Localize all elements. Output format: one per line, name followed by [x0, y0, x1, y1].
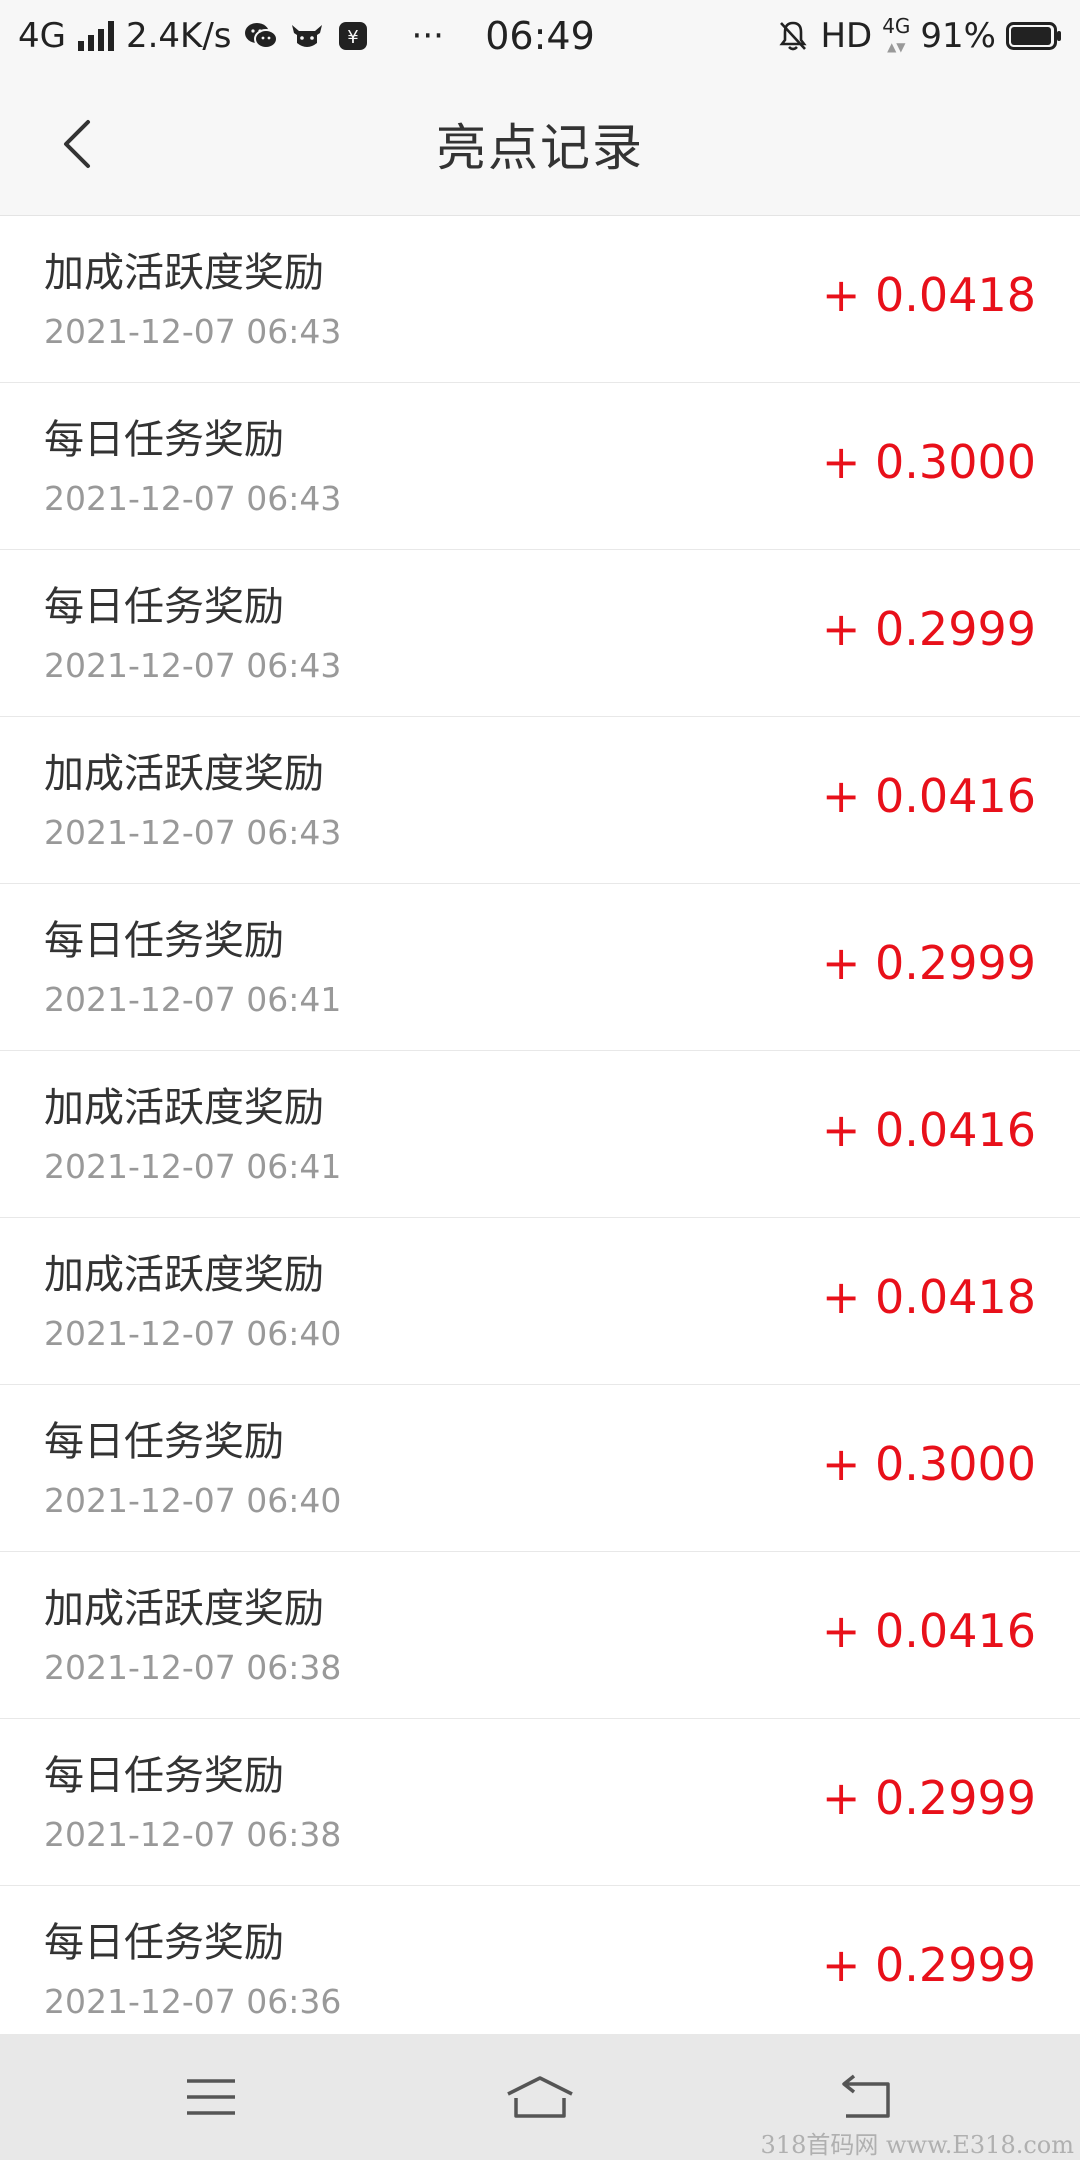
menu-button[interactable] [173, 2059, 249, 2135]
record-amount: + 0.2999 [821, 602, 1036, 656]
record-item: 每日任务奖励 2021-12-07 06:40 + 0.3000 [0, 1385, 1080, 1552]
record-item: 每日任务奖励 2021-12-07 06:38 + 0.2999 [0, 1719, 1080, 1886]
record-item: 每日任务奖励 2021-12-07 06:36 + 0.2999 [0, 1886, 1080, 2034]
record-time: 2021-12-07 06:40 [44, 1481, 342, 1520]
record-amount: + 0.0418 [821, 268, 1036, 322]
record-time: 2021-12-07 06:41 [44, 1147, 342, 1186]
return-button[interactable] [830, 2059, 906, 2135]
record-list[interactable]: 加成活跃度奖励 2021-12-07 06:43 + 0.0418 每日任务奖励 202… [0, 216, 1080, 2034]
menu-icon [187, 2079, 235, 2115]
status-bar: 4G 2.4K/s ¥ ··· 06:49 HD 4G ▲▼ 91% [0, 0, 1080, 72]
watermark: 318首码网 www.E318.com [760, 2131, 1074, 2159]
record-title: 每日任务奖励 [44, 1920, 284, 1966]
record-amount: + 0.3000 [821, 1437, 1036, 1491]
record-item: 加成活跃度奖励 2021-12-07 06:40 + 0.0418 [0, 1218, 1080, 1385]
data-arrows-icon: ▲▼ [887, 39, 906, 54]
signal-icon [77, 21, 114, 51]
network-label: 4G [18, 16, 66, 56]
record-item: 加成活跃度奖励 2021-12-07 06:38 + 0.0416 [0, 1552, 1080, 1719]
home-icon [507, 2076, 573, 2118]
battery-icon [1006, 22, 1062, 50]
record-title: 每日任务奖励 [44, 417, 284, 463]
record-title: 加成活跃度奖励 [44, 250, 324, 296]
record-title: 每日任务奖励 [44, 1753, 284, 1799]
record-time: 2021-12-07 06:40 [44, 1314, 342, 1353]
record-item: 加成活跃度奖励 2021-12-07 06:43 + 0.0418 [0, 216, 1080, 383]
battery-percent: 91% [920, 16, 996, 56]
more-notifications: ··· [411, 16, 444, 56]
record-item: 加成活跃度奖励 2021-12-07 06:43 + 0.0416 [0, 717, 1080, 884]
record-time: 2021-12-07 06:43 [44, 813, 342, 852]
record-title: 加成活跃度奖励 [44, 1085, 324, 1131]
svg-text:¥: ¥ [347, 27, 358, 48]
record-time: 2021-12-07 06:38 [44, 1815, 342, 1854]
record-amount: + 0.2999 [821, 936, 1036, 990]
record-title: 每日任务奖励 [44, 1419, 284, 1465]
record-title: 每日任务奖励 [44, 918, 284, 964]
bull-app-icon [290, 19, 324, 53]
network-speed: 2.4K/s [125, 16, 232, 56]
record-title: 每日任务奖励 [44, 584, 284, 630]
nav-bar: 亮点记录 [0, 72, 1080, 216]
record-title: 加成活跃度奖励 [44, 751, 324, 797]
record-time: 2021-12-07 06:36 [44, 1982, 342, 2021]
record-title: 加成活跃度奖励 [44, 1586, 324, 1632]
hd-label: HD [820, 16, 873, 56]
record-amount: + 0.0416 [821, 1103, 1036, 1157]
status-right: HD 4G ▲▼ 91% [776, 16, 1062, 56]
record-item: 加成活跃度奖励 2021-12-07 06:41 + 0.0416 [0, 1051, 1080, 1218]
record-amount: + 0.0416 [821, 769, 1036, 823]
record-title: 加成活跃度奖励 [44, 1252, 324, 1298]
system-nav-bar: 318首码网 www.E318.com [0, 2034, 1080, 2160]
record-time: 2021-12-07 06:43 [44, 646, 342, 685]
home-button[interactable] [502, 2059, 578, 2135]
record-time: 2021-12-07 06:38 [44, 1648, 342, 1687]
record-item: 每日任务奖励 2021-12-07 06:43 + 0.2999 [0, 550, 1080, 717]
wallet-app-icon: ¥ [336, 19, 370, 53]
wechat-icon [244, 19, 278, 53]
record-time: 2021-12-07 06:43 [44, 479, 342, 518]
record-amount: + 0.0416 [821, 1604, 1036, 1658]
record-amount: + 0.2999 [821, 1938, 1036, 1992]
mobile-data-label: 4G [882, 13, 911, 38]
record-time: 2021-12-07 06:41 [44, 980, 342, 1019]
return-icon [842, 2074, 890, 2118]
record-time: 2021-12-07 06:43 [44, 312, 342, 351]
mute-notification-icon [776, 19, 810, 53]
record-item: 每日任务奖励 2021-12-07 06:43 + 0.3000 [0, 383, 1080, 550]
mobile-data-indicator: 4G ▲▼ [882, 13, 911, 56]
record-amount: + 0.2999 [821, 1771, 1036, 1825]
record-amount: + 0.3000 [821, 435, 1036, 489]
record-amount: + 0.0418 [821, 1270, 1036, 1324]
page-title: 亮点记录 [436, 119, 644, 177]
record-item: 每日任务奖励 2021-12-07 06:41 + 0.2999 [0, 884, 1080, 1051]
status-left: 4G 2.4K/s ¥ ··· [18, 16, 776, 56]
